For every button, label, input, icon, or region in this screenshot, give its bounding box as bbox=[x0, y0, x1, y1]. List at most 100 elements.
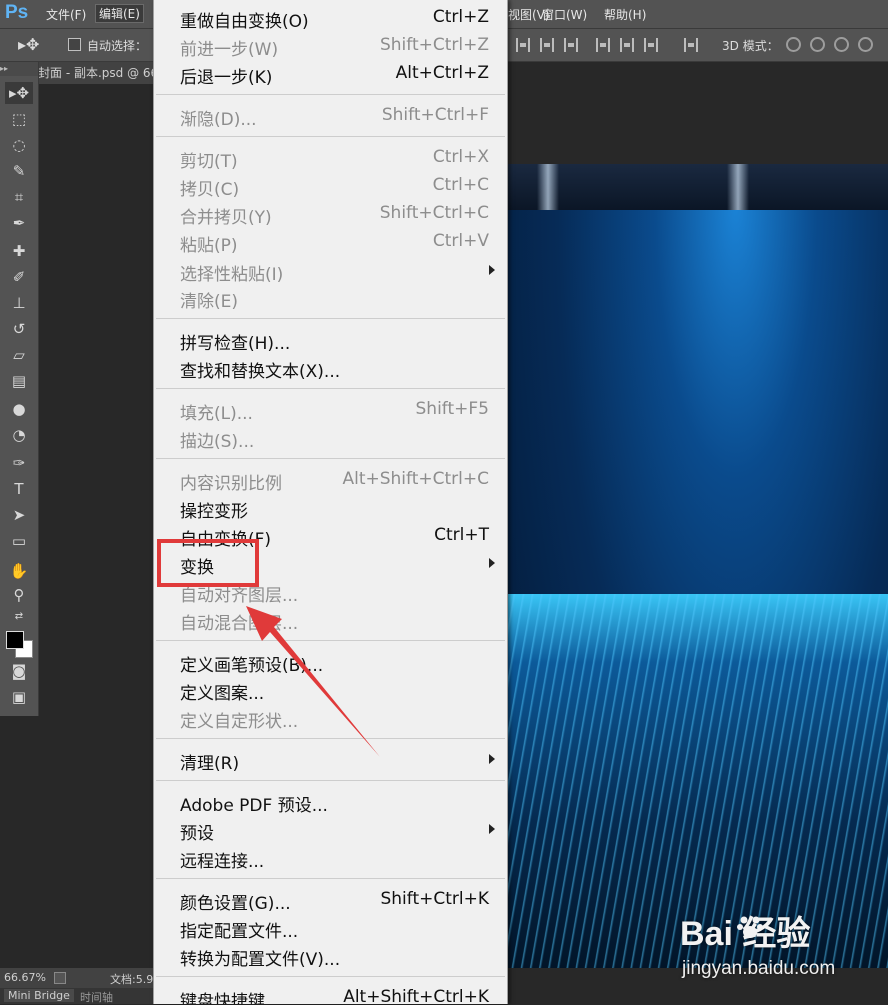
menu-item-label: 渐隐(D)... bbox=[180, 110, 257, 130]
submenu-arrow-icon bbox=[489, 558, 495, 568]
move-tool-icon[interactable]: ▸✥ bbox=[18, 35, 39, 54]
3d-pan-icon[interactable] bbox=[834, 37, 849, 52]
document-tab[interactable]: 封面 - 副本.psd @ 66 bbox=[38, 62, 156, 84]
eraser-tool-icon[interactable]: ▱ bbox=[8, 344, 30, 366]
menu-item-paste-special[interactable]: 选择性粘贴(I) bbox=[154, 257, 507, 285]
menu-item-define-brush-preset[interactable]: 定义画笔预设(B)... bbox=[154, 648, 507, 676]
menu-item-label: 合并拷贝(Y) bbox=[180, 208, 272, 228]
gradient-tool-icon[interactable]: ▤ bbox=[8, 370, 30, 392]
canvas-image[interactable] bbox=[507, 164, 888, 968]
menu-item-shortcut: Ctrl+X bbox=[432, 147, 489, 167]
menu-item-label: 前进一步(W) bbox=[180, 40, 279, 60]
menu-item-color-settings[interactable]: 颜色设置(G)... Shift+Ctrl+K bbox=[154, 886, 507, 914]
menu-item-shortcut: Shift+Ctrl+C bbox=[379, 203, 489, 223]
menu-item-assign-profile[interactable]: 指定配置文件... bbox=[154, 914, 507, 942]
marquee-tool-icon[interactable]: ⬚ bbox=[8, 108, 30, 130]
blur-tool-icon[interactable]: ● bbox=[8, 398, 30, 420]
menu-item-adobe-pdf-presets[interactable]: Adobe PDF 预设... bbox=[154, 788, 507, 816]
menu-item-label: 重做自由变换(O) bbox=[180, 12, 309, 32]
submenu-arrow-icon bbox=[489, 754, 495, 764]
menu-item-label: 选择性粘贴(I) bbox=[180, 265, 284, 285]
3d-rotate-icon[interactable] bbox=[786, 37, 801, 52]
menu-item-copy-merged[interactable]: 合并拷贝(Y) Shift+Ctrl+C bbox=[154, 200, 507, 228]
rectangle-tool-icon[interactable]: ▭ bbox=[8, 530, 30, 552]
menu-separator bbox=[156, 458, 505, 459]
foreground-color-swatch[interactable] bbox=[6, 631, 24, 649]
path-selection-tool-icon[interactable]: ➤ bbox=[8, 504, 30, 526]
3d-roll-icon[interactable] bbox=[810, 37, 825, 52]
crop-tool-icon[interactable]: ⌗ bbox=[8, 186, 30, 208]
distribute-right-icon[interactable] bbox=[644, 38, 658, 52]
menu-window[interactable]: 窗口(W) bbox=[542, 6, 587, 23]
menu-item-redo-free-transform[interactable]: 重做自由变换(O) Ctrl+Z bbox=[154, 4, 507, 32]
highlight-box bbox=[157, 539, 259, 587]
swap-colors-icon[interactable]: ⇄ bbox=[8, 606, 30, 628]
document-info: 文档:5.9 bbox=[110, 973, 154, 986]
menu-item-stroke[interactable]: 描边(S)... bbox=[154, 424, 507, 452]
menu-item-define-custom-shape[interactable]: 定义自定形状... bbox=[154, 704, 507, 732]
menu-item-shortcut: Ctrl+V bbox=[432, 231, 489, 251]
menu-item-fade[interactable]: 渐隐(D)... Shift+Ctrl+F bbox=[154, 102, 507, 130]
zoom-level[interactable]: 66.67% bbox=[4, 971, 46, 984]
menu-item-auto-blend-layers[interactable]: 自动混合图层... bbox=[154, 606, 507, 634]
menu-item-label: 清理(R) bbox=[180, 754, 240, 774]
align-middle-icon[interactable] bbox=[540, 38, 554, 52]
menu-item-copy[interactable]: 拷贝(C) Ctrl+C bbox=[154, 172, 507, 200]
move-tool-icon[interactable]: ▸✥ bbox=[5, 82, 33, 104]
pen-tool-icon[interactable]: ✑ bbox=[8, 452, 30, 474]
quick-mask-icon[interactable]: ◙ bbox=[8, 660, 30, 682]
3d-slide-icon[interactable] bbox=[858, 37, 873, 52]
menu-item-paste[interactable]: 粘贴(P) Ctrl+V bbox=[154, 228, 507, 256]
menu-item-puppet-warp[interactable]: 操控变形 bbox=[154, 494, 507, 522]
menu-item-convert-to-profile[interactable]: 转换为配置文件(V)... bbox=[154, 942, 507, 970]
menu-item-cut[interactable]: 剪切(T) Ctrl+X bbox=[154, 144, 507, 172]
photoshop-logo: Ps bbox=[5, 2, 29, 23]
quick-select-tool-icon[interactable]: ✎ bbox=[8, 160, 30, 182]
tab-timeline[interactable]: 时间轴 bbox=[76, 989, 117, 1005]
menu-item-purge[interactable]: 清理(R) bbox=[154, 746, 507, 774]
dodge-tool-icon[interactable]: ◔ bbox=[8, 424, 30, 446]
tab-mini-bridge[interactable]: Mini Bridge bbox=[4, 989, 74, 1002]
auto-select-checkbox[interactable] bbox=[68, 38, 81, 51]
menu-file[interactable]: 文件(F) bbox=[46, 6, 86, 23]
menu-item-find-replace-text[interactable]: 查找和替换文本(X)... bbox=[154, 354, 507, 382]
brush-tool-icon[interactable]: ✐ bbox=[8, 266, 30, 288]
screen-mode-icon[interactable]: ▣ bbox=[8, 686, 30, 708]
menu-separator bbox=[156, 388, 505, 389]
menu-item-step-forward[interactable]: 前进一步(W) Shift+Ctrl+Z bbox=[154, 32, 507, 60]
baidu-watermark: Bai 经验 jingyan.baidu.com bbox=[680, 906, 880, 986]
eyedropper-tool-icon[interactable]: ✒ bbox=[8, 212, 30, 234]
history-brush-tool-icon[interactable]: ↺ bbox=[8, 318, 30, 340]
menu-item-define-pattern[interactable]: 定义图案... bbox=[154, 676, 507, 704]
lasso-tool-icon[interactable]: ◌ bbox=[8, 134, 30, 156]
canvas-area[interactable] bbox=[507, 84, 888, 968]
menu-item-fill[interactable]: 填充(L)... Shift+F5 bbox=[154, 396, 507, 424]
menu-help[interactable]: 帮助(H) bbox=[604, 6, 646, 23]
menu-item-clear[interactable]: 清除(E) bbox=[154, 284, 507, 312]
distribute-center-icon[interactable] bbox=[620, 38, 634, 52]
menu-item-keyboard-shortcuts[interactable]: 键盘快捷键... Alt+Shift+Ctrl+K bbox=[154, 984, 507, 1004]
menu-item-content-aware-scale[interactable]: 内容识别比例 Alt+Shift+Ctrl+C bbox=[154, 466, 507, 494]
zoom-tool-icon[interactable]: ⚲ bbox=[8, 584, 30, 606]
menu-item-presets[interactable]: 预设 bbox=[154, 816, 507, 844]
hand-tool-icon[interactable]: ✋ bbox=[8, 560, 30, 582]
menu-separator bbox=[156, 738, 505, 739]
panel-grip[interactable]: ▸▸ bbox=[0, 62, 38, 76]
clone-stamp-tool-icon[interactable]: ⊥ bbox=[8, 292, 30, 314]
3d-mode-label: 3D 模式： bbox=[722, 39, 779, 53]
align-bottom-icon[interactable] bbox=[564, 38, 578, 52]
distribute-left-icon[interactable] bbox=[596, 38, 610, 52]
menu-edit[interactable]: 编辑(E) bbox=[95, 4, 144, 23]
type-tool-icon[interactable]: T bbox=[8, 478, 30, 500]
align-top-icon[interactable] bbox=[516, 38, 530, 52]
menu-item-label: 键盘快捷键... bbox=[180, 992, 282, 1004]
status-menu-button[interactable] bbox=[54, 972, 66, 984]
auto-align-icon[interactable] bbox=[684, 38, 698, 52]
menu-item-shortcut: Alt+Shift+Ctrl+C bbox=[342, 469, 489, 489]
menu-item-check-spelling[interactable]: 拼写检查(H)... bbox=[154, 326, 507, 354]
healing-brush-tool-icon[interactable]: ✚ bbox=[8, 240, 30, 262]
menu-item-label: 后退一步(K) bbox=[180, 68, 273, 88]
menu-item-remote-connections[interactable]: 远程连接... bbox=[154, 844, 507, 872]
menu-separator bbox=[156, 318, 505, 319]
menu-item-step-backward[interactable]: 后退一步(K) Alt+Ctrl+Z bbox=[154, 60, 507, 88]
